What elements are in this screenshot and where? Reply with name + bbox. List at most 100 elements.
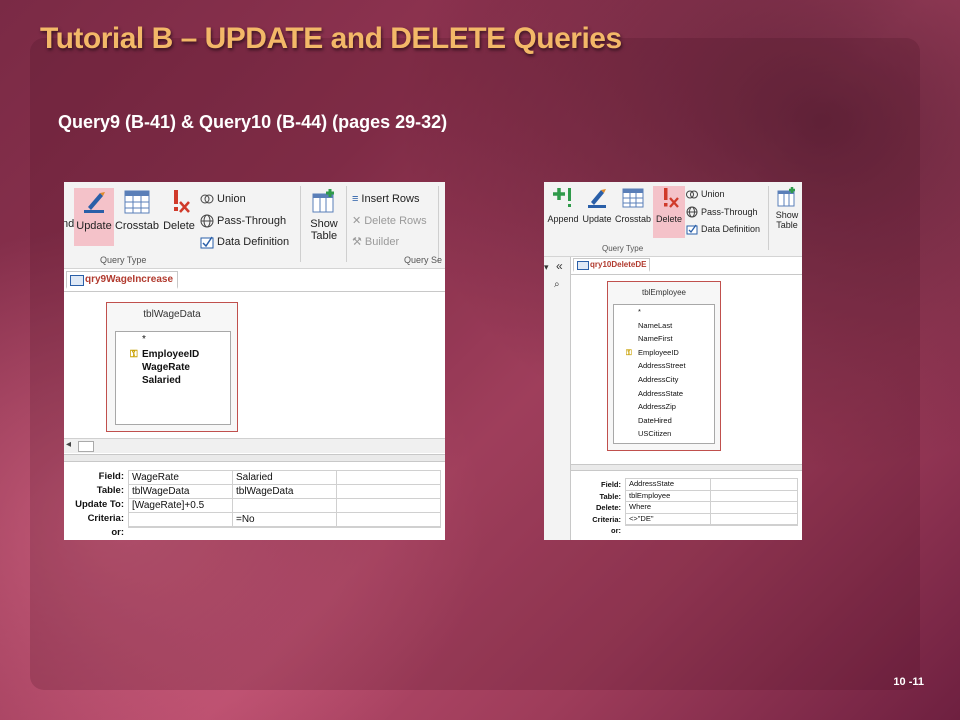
search-icon[interactable]: ⌕ [554, 279, 560, 290]
grid-cell[interactable] [128, 526, 233, 528]
grid-cell[interactable] [336, 498, 441, 513]
field-item[interactable]: AddressZip [614, 400, 714, 414]
grid-cell[interactable]: WageRate [128, 470, 233, 485]
tab-qry9-wage-increase[interactable]: qry9WageIncrease [66, 271, 179, 289]
pass-through-label: Pass-Through [217, 215, 287, 227]
globe-icon [686, 206, 698, 218]
grid-cell[interactable]: tblWageData [232, 484, 337, 499]
delete-button-label: Delete [655, 214, 682, 224]
show-table-icon [777, 187, 795, 207]
data-definition-button[interactable]: Data Definition [200, 235, 289, 249]
tab-label: qry9WageIncrease [85, 274, 174, 285]
design-pane-scrollbar[interactable]: ◂ [64, 438, 445, 453]
field-item[interactable]: USCitizen [614, 427, 714, 441]
update-query-icon [588, 189, 606, 208]
grid-cell[interactable]: <>"DE" [625, 512, 711, 525]
field-item[interactable]: NameLast [614, 319, 714, 333]
show-table-label-2: Table [310, 230, 338, 242]
scrollbar-thumb[interactable] [78, 441, 94, 452]
grid-cell[interactable] [232, 526, 337, 528]
delete-button-label: Delete [163, 220, 195, 232]
data-definition-button[interactable]: Data Definition [686, 223, 760, 235]
field-item[interactable]: AddressState [614, 387, 714, 401]
grid-cell[interactable] [710, 524, 798, 526]
tab-qry10-delete-de[interactable]: qry10DeleteDE [573, 258, 651, 272]
row-label-criteria: Criteria: [87, 513, 124, 524]
union-button[interactable]: Union [200, 193, 246, 205]
field-item[interactable]: * [142, 334, 256, 345]
pane-splitter[interactable] [571, 464, 802, 471]
grid-cell[interactable]: [WageRate]+0.5 [128, 498, 233, 513]
field-item[interactable]: AddressCity [614, 373, 714, 387]
pass-through-label: Pass-Through [701, 207, 758, 217]
field-item[interactable]: DateHired [614, 414, 714, 428]
slide-subtitle: Query9 (B-41) & Query10 (B-44) (pages 29… [58, 112, 448, 132]
grid-cell[interactable] [710, 478, 798, 491]
grid-cell[interactable] [710, 501, 798, 514]
row-label-or: or: [111, 527, 124, 538]
field-list-box: * ⚿ EmployeeID WageRate Salaried [115, 331, 231, 425]
delete-rows-button[interactable]: ✕ Delete Rows [352, 214, 427, 228]
update-button-label: Update [76, 220, 112, 232]
update-query-button[interactable]: Update [582, 186, 612, 238]
field-item[interactable]: AddressStreet [614, 359, 714, 373]
grid-cell[interactable]: Salaried [232, 470, 337, 485]
field-item[interactable]: Salaried [142, 375, 256, 386]
append-query-icon [553, 188, 571, 207]
grid-cell[interactable]: tblEmployee [625, 489, 711, 502]
grid-cell[interactable] [336, 484, 441, 499]
grid-cell[interactable]: =No [232, 512, 337, 527]
show-table-button[interactable]: Show Table [306, 188, 342, 254]
query-icon [70, 275, 84, 286]
row-label-update-to: Update To: [75, 499, 124, 510]
row-label-table: Table: [96, 485, 124, 496]
grid-cell[interactable] [336, 512, 441, 527]
grid-cell[interactable] [336, 526, 441, 528]
grid-cell[interactable]: tblWageData [128, 484, 233, 499]
update-query-button[interactable]: Update [74, 188, 114, 246]
field-item[interactable]: ⚿ EmployeeID [130, 349, 256, 360]
builder-button[interactable]: ⚒ Builder [352, 235, 399, 249]
field-item[interactable]: * [614, 305, 714, 319]
union-button[interactable]: Union [686, 189, 725, 199]
table-design-pane: tblEmployee * NameLast NameFirst ⚿ Emplo… [571, 275, 802, 459]
globe-icon [200, 214, 214, 228]
table-field-list[interactable]: tblWageData * ⚿ EmployeeID WageRate Sala… [106, 302, 238, 432]
field-item[interactable]: NameFirst [614, 332, 714, 346]
delete-query-screenshot: Append Update Crosstab Delete Union Pass… [544, 182, 802, 540]
field-item[interactable]: WageRate [142, 362, 256, 373]
slide-title: Tutorial B – UPDATE and DELETE Queries [40, 22, 622, 55]
delete-query-icon [174, 190, 190, 213]
crosstab-button[interactable]: Crosstab [114, 188, 160, 246]
update-query-screenshot: nd Update Crosstab Delete Union Pass-Thr… [64, 182, 445, 540]
pass-through-button[interactable]: Pass-Through [686, 206, 758, 218]
scroll-left-arrow-icon[interactable]: ◂ [66, 439, 71, 450]
show-table-button[interactable]: Show Table [772, 186, 802, 246]
nav-dropdown-icon[interactable]: ▾ [544, 262, 549, 273]
grid-cell[interactable] [232, 498, 337, 513]
grid-cell[interactable] [710, 512, 798, 525]
nav-collapse-button[interactable]: « [556, 259, 563, 273]
query-type-ribbon: nd Update Crosstab Delete Union Pass-Thr… [64, 182, 445, 269]
crosstab-button[interactable]: Crosstab [614, 186, 652, 238]
grid-cell[interactable]: Where [625, 501, 711, 514]
pane-splitter[interactable] [64, 454, 445, 462]
pass-through-button[interactable]: Pass-Through [200, 214, 286, 228]
grid-cell[interactable] [128, 512, 233, 527]
grid-cell[interactable]: AddressState [625, 478, 711, 491]
grid-cell[interactable] [625, 524, 711, 526]
table-field-list[interactable]: tblEmployee * NameLast NameFirst ⚿ Emplo… [607, 281, 721, 451]
grid-cell[interactable] [710, 489, 798, 502]
query-grid-row-labels: Field: Table: Update To: Criteria: or: [64, 470, 124, 540]
show-table-label-1: Show [310, 218, 338, 230]
query-icon [577, 261, 589, 270]
query-type-ribbon: Append Update Crosstab Delete Union Pass… [544, 182, 802, 257]
append-query-button[interactable]: Append [545, 186, 581, 238]
delete-query-button[interactable]: Delete [653, 186, 685, 238]
grid-cell[interactable] [336, 470, 441, 485]
table-design-pane: tblWageData * ⚿ EmployeeID WageRate Sala… [64, 292, 445, 438]
field-item[interactable]: ⚿ EmployeeID [614, 346, 714, 360]
delete-query-button[interactable]: Delete [160, 188, 198, 246]
data-definition-icon [200, 236, 214, 249]
insert-rows-button[interactable]: ≡ Insert Rows [352, 193, 420, 205]
